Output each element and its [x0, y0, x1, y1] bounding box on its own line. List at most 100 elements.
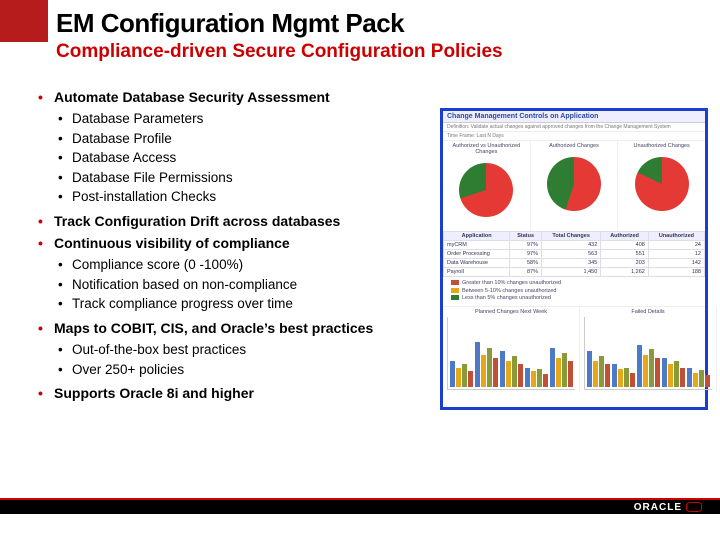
- td: 142: [648, 259, 704, 268]
- sub-bullet-text: Database Profile: [72, 131, 172, 146]
- td: 58%: [510, 259, 542, 268]
- pie-cell: Authorized Changes: [531, 141, 619, 231]
- legend: Greater than 10% changes unauthorized Be…: [443, 277, 705, 306]
- td: 408: [601, 241, 649, 250]
- table-row: myCRM97%43240824: [444, 241, 705, 250]
- bullet-visibility: Continuous visibility of compliance: [32, 234, 432, 252]
- legend-item: Less than 5% changes unauthorized: [451, 295, 697, 303]
- td: 24: [648, 241, 704, 250]
- td: 87%: [510, 268, 542, 277]
- bullet-drift: Track Configuration Drift across databas…: [32, 212, 432, 230]
- pie-chart-icon: [459, 163, 513, 217]
- bullet-text: Maps to COBIT, CIS, and Oracle’s best pr…: [54, 320, 373, 336]
- td: myCRM: [444, 241, 510, 250]
- pie-cell: Unauthorized Changes: [618, 141, 705, 231]
- legend-text: Greater than 10% changes unauthorized: [462, 280, 561, 286]
- sub-bullet-text: Over 250+ policies: [72, 362, 184, 377]
- dashboard-timeframe: Time Frame: Last N Days: [443, 132, 705, 141]
- td: Order Processing: [444, 250, 510, 259]
- pie-label: Authorized vs Unauthorized Changes: [445, 143, 528, 155]
- bullet-maps: Maps to COBIT, CIS, and Oracle’s best pr…: [32, 319, 432, 337]
- legend-swatch-icon: [451, 288, 459, 293]
- th: Total Changes: [542, 232, 601, 241]
- td: 563: [542, 250, 601, 259]
- bullet-text: Supports Oracle 8i and higher: [54, 385, 254, 401]
- td: 97%: [510, 241, 542, 250]
- td: 1,262: [601, 268, 649, 277]
- td: 345: [542, 259, 601, 268]
- th: Authorized: [601, 232, 649, 241]
- sub-bullet: Out-of-the-box best practices: [32, 341, 432, 359]
- title-block: EM Configuration Mgmt Pack Compliance-dr…: [56, 8, 696, 63]
- bar-cell: Failed Details: [580, 307, 717, 392]
- bullet-text: Continuous visibility of compliance: [54, 235, 290, 251]
- th: Unauthorized: [648, 232, 704, 241]
- sub-bullet: Over 250+ policies: [32, 361, 432, 379]
- table-row: Order Processing97%56355112: [444, 250, 705, 259]
- sub-bullet-text: Database Parameters: [72, 111, 203, 126]
- app-table: Application Status Total Changes Authori…: [443, 231, 705, 277]
- slide-title: EM Configuration Mgmt Pack: [56, 8, 696, 39]
- th: Status: [510, 232, 542, 241]
- bar-chart-icon: [584, 317, 712, 390]
- td: Data Warehouse: [444, 259, 510, 268]
- pie-chart-icon: [547, 157, 601, 211]
- sub-bullet: Database Profile: [32, 130, 432, 148]
- bar-chart-title: Failed Details: [584, 309, 712, 315]
- pie-row: Authorized vs Unauthorized Changes Autho…: [443, 141, 705, 231]
- table-row: Payroll87%1,4501,262188: [444, 268, 705, 277]
- pie-cell: Authorized vs Unauthorized Changes: [443, 141, 531, 231]
- sub-bullet: Database Access: [32, 149, 432, 167]
- sub-bullet-text: Notification based on non-compliance: [72, 277, 297, 292]
- td: 1,450: [542, 268, 601, 277]
- bullet-text: Automate Database Security Assessment: [54, 89, 330, 105]
- slide: EM Configuration Mgmt Pack Compliance-dr…: [0, 0, 720, 540]
- sub-bullet-text: Database File Permissions: [72, 170, 233, 185]
- slide-footer: ORACLE: [0, 498, 720, 540]
- legend-swatch-icon: [451, 295, 459, 300]
- bullet-supports: Supports Oracle 8i and higher: [32, 384, 432, 402]
- td: 188: [648, 268, 704, 277]
- sub-bullet-text: Post-installation Checks: [72, 189, 216, 204]
- legend-swatch-icon: [451, 280, 459, 285]
- oracle-logo: ORACLE: [634, 502, 702, 513]
- legend-text: Less than 5% changes unauthorized: [462, 295, 551, 301]
- footer-black-bar: ORACLE: [0, 500, 720, 514]
- bar-cell: Planned Changes Next Week: [443, 307, 580, 392]
- pie-label: Unauthorized Changes: [620, 143, 703, 149]
- sub-bullet: Database Parameters: [32, 110, 432, 128]
- dashboard-subtitle: Definition: Validate actual changes agai…: [443, 123, 705, 132]
- legend-item: Between 5-10% changes unauthorized: [451, 288, 697, 296]
- td: 551: [601, 250, 649, 259]
- dashboard-screenshot: Change Management Controls on Applicatio…: [440, 108, 708, 410]
- td: 12: [648, 250, 704, 259]
- table-row: Data Warehouse58%345203142: [444, 259, 705, 268]
- slide-subtitle: Compliance-driven Secure Configuration P…: [56, 41, 696, 63]
- sub-bullet-text: Compliance score (0 -100%): [72, 257, 243, 272]
- sub-bullet: Track compliance progress over time: [32, 295, 432, 313]
- table-header-row: Application Status Total Changes Authori…: [444, 232, 705, 241]
- bar-row: Planned Changes Next WeekFailed DetailsR…: [443, 306, 705, 392]
- bar-chart-icon: [447, 317, 575, 390]
- sub-bullet-text: Database Access: [72, 150, 176, 165]
- sub-bullet-text: Track compliance progress over time: [72, 296, 293, 311]
- pie-chart-icon: [635, 157, 689, 211]
- pie-label: Authorized Changes: [533, 143, 616, 149]
- legend-item: Greater than 10% changes unauthorized: [451, 280, 697, 288]
- th: Application: [444, 232, 510, 241]
- td: 97%: [510, 250, 542, 259]
- td: 203: [601, 259, 649, 268]
- bullet-automate: Automate Database Security Assessment: [32, 88, 432, 106]
- legend-text: Between 5-10% changes unauthorized: [462, 288, 556, 294]
- bullet-content: Automate Database Security Assessment Da…: [32, 88, 432, 406]
- bar-chart-title: Planned Changes Next Week: [447, 309, 575, 315]
- brand-accent-square: [0, 0, 48, 42]
- dashboard-title: Change Management Controls on Applicatio…: [443, 111, 705, 123]
- sub-bullet: Post-installation Checks: [32, 188, 432, 206]
- sub-bullet: Notification based on non-compliance: [32, 276, 432, 294]
- td: Payroll: [444, 268, 510, 277]
- bullet-text: Track Configuration Drift across databas…: [54, 213, 340, 229]
- sub-bullet-text: Out-of-the-box best practices: [72, 342, 246, 357]
- sub-bullet: Compliance score (0 -100%): [32, 256, 432, 274]
- td: 432: [542, 241, 601, 250]
